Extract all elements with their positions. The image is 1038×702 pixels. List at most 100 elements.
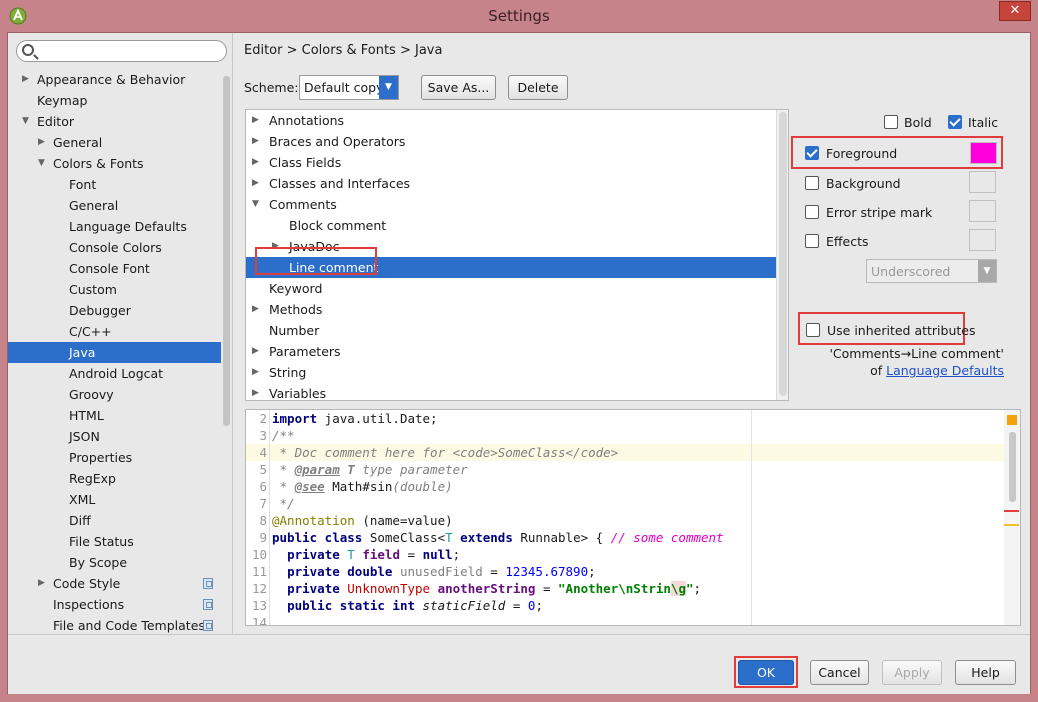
chevron-down-icon[interactable]: ▼ (379, 76, 398, 99)
chevron-right-icon[interactable]: ▶ (252, 299, 259, 320)
close-window-button[interactable]: ✕ (999, 1, 1031, 21)
sidebar-item[interactable]: HTML (8, 405, 221, 426)
save-as-button[interactable]: Save As... (421, 75, 496, 100)
attribute-item[interactable]: Block comment (246, 215, 788, 236)
attribute-item-label: Number (269, 323, 320, 338)
chevron-right-icon[interactable]: ▶ (38, 573, 48, 594)
foreground-checkbox[interactable] (805, 146, 819, 160)
effects-checkbox[interactable] (805, 234, 819, 248)
chevron-down-icon[interactable]: ▼ (252, 194, 259, 215)
background-checkbox[interactable] (805, 176, 819, 190)
error-stripe-color-swatch[interactable] (969, 200, 996, 222)
chevron-down-icon[interactable]: ▼ (978, 260, 996, 282)
sidebar-item[interactable]: ▶ Appearance & Behavior (8, 69, 221, 90)
sidebar-item[interactable]: JSON (8, 426, 221, 447)
cancel-button[interactable]: Cancel (810, 660, 869, 685)
use-inherited-checkbox[interactable] (806, 323, 820, 337)
sidebar-scrollbar-thumb[interactable] (223, 76, 230, 426)
warning-stripe-mark[interactable] (1004, 524, 1019, 526)
attribute-item[interactable]: ▶ Parameters (246, 341, 788, 362)
code-text: */ (272, 496, 295, 511)
scheme-dropdown[interactable]: Default copy ▼ (299, 75, 399, 100)
effects-type-dropdown[interactable]: Underscored ▼ (866, 259, 997, 283)
use-inherited-label: Use inherited attributes (827, 323, 976, 338)
attribute-item[interactable]: ▶ Annotations (246, 110, 788, 131)
attribute-item[interactable]: ▶ Variables (246, 383, 788, 404)
code-line: 4 * Doc comment here for <code>SomeClass… (246, 444, 1020, 461)
sidebar-item[interactable]: ▶ General (8, 132, 221, 153)
settings-search-input[interactable] (39, 43, 219, 59)
help-button[interactable]: Help (955, 660, 1016, 685)
sidebar-item[interactable]: ▶ Code Style (8, 573, 221, 594)
line-number: 12 (246, 580, 270, 597)
sidebar-item[interactable]: File and Code Templates (8, 615, 221, 636)
sidebar-item[interactable]: Console Colors (8, 237, 221, 258)
error-stripe-checkbox[interactable] (805, 205, 819, 219)
foreground-color-swatch[interactable] (970, 142, 997, 164)
sidebar-item[interactable]: Font (8, 174, 221, 195)
language-defaults-link[interactable]: Language Defaults (886, 363, 1004, 378)
sidebar-item[interactable]: XML (8, 489, 221, 510)
sidebar-item[interactable]: Java (8, 342, 221, 363)
code-scrollbar-thumb[interactable] (1009, 432, 1016, 502)
delete-button[interactable]: Delete (508, 75, 568, 100)
sidebar-item[interactable]: Debugger (8, 300, 221, 321)
chevron-right-icon[interactable]: ▶ (22, 69, 32, 90)
sidebar-item[interactable]: ▼ Editor (8, 111, 221, 132)
chevron-down-icon[interactable]: ▼ (38, 153, 48, 174)
sidebar-item[interactable]: Inspections (8, 594, 221, 615)
code-preview-scrollbar[interactable] (1004, 410, 1020, 625)
sidebar-item[interactable]: ▼ Colors & Fonts (8, 153, 221, 174)
attribute-item[interactable]: ▶ Methods (246, 299, 788, 320)
apply-button[interactable]: Apply (882, 660, 942, 685)
attributes-scrollbar[interactable] (776, 110, 788, 400)
title-bar: Settings ✕ (0, 0, 1038, 32)
attribute-item[interactable]: ▶ Class Fields (246, 152, 788, 173)
attribute-item[interactable]: Number (246, 320, 788, 341)
attributes-scrollbar-thumb[interactable] (779, 112, 787, 396)
chevron-down-icon[interactable]: ▼ (22, 111, 32, 132)
sidebar-item-label: Properties (69, 450, 133, 465)
sidebar-item[interactable]: File Status (8, 531, 221, 552)
attribute-item[interactable]: ▼ Comments (246, 194, 788, 215)
chevron-right-icon[interactable]: ▶ (252, 110, 259, 131)
sidebar-item[interactable]: Custom (8, 279, 221, 300)
attribute-item[interactable]: ▶ Classes and Interfaces (246, 173, 788, 194)
sidebar-scrollbar[interactable] (222, 69, 231, 634)
sidebar-item[interactable]: C/C++ (8, 321, 221, 342)
warning-marker-icon[interactable] (1007, 415, 1017, 425)
chevron-right-icon[interactable]: ▶ (252, 152, 259, 173)
chevron-right-icon[interactable]: ▶ (252, 131, 259, 152)
chevron-right-icon[interactable]: ▶ (38, 132, 48, 153)
sidebar-item[interactable]: Keymap (8, 90, 221, 111)
error-stripe-mark[interactable] (1004, 510, 1019, 512)
dialog-footer: OK Cancel Apply Help (8, 634, 1030, 694)
code-preview[interactable]: 2 import java.util.Date; 3/** 4 * Doc comme… (245, 409, 1021, 626)
chevron-right-icon[interactable]: ▶ (252, 383, 259, 404)
sidebar-item[interactable]: By Scope (8, 552, 221, 573)
attribute-item[interactable]: ▶ String (246, 362, 788, 383)
ok-button[interactable]: OK (738, 660, 794, 685)
sidebar-item[interactable]: Diff (8, 510, 221, 531)
sidebar-item[interactable]: General (8, 195, 221, 216)
code-text: * Doc comment here for <code>SomeClass</… (272, 445, 619, 460)
sidebar-item[interactable]: RegExp (8, 468, 221, 489)
attribute-item[interactable]: Keyword (246, 278, 788, 299)
sidebar-item[interactable]: Android Logcat (8, 363, 221, 384)
background-color-swatch[interactable] (969, 171, 996, 193)
chevron-right-icon[interactable]: ▶ (252, 362, 259, 383)
sidebar-item[interactable]: Language Defaults (8, 216, 221, 237)
effects-color-swatch[interactable] (969, 229, 996, 251)
code-line: 7 */ (246, 495, 1020, 512)
settings-search-box[interactable] (16, 40, 227, 62)
bold-checkbox[interactable] (884, 115, 898, 129)
sidebar-item[interactable]: Groovy (8, 384, 221, 405)
chevron-right-icon[interactable]: ▶ (252, 341, 259, 362)
attribute-item[interactable]: ▶ Braces and Operators (246, 131, 788, 152)
sidebar-item[interactable]: Console Font (8, 258, 221, 279)
chevron-right-icon[interactable]: ▶ (252, 173, 259, 194)
sidebar-item-label: Groovy (69, 387, 114, 402)
sidebar-item[interactable]: Properties (8, 447, 221, 468)
project-settings-icon (203, 578, 213, 589)
italic-checkbox[interactable] (948, 115, 962, 129)
